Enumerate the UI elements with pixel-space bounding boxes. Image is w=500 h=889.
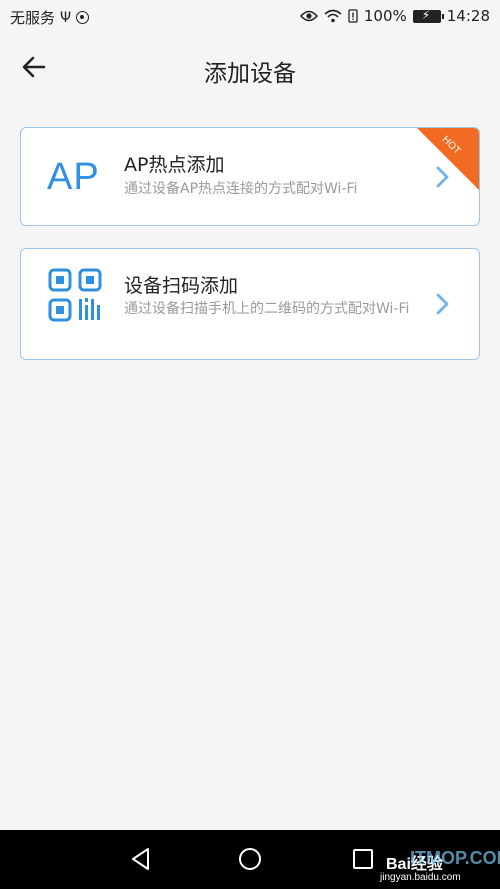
watermark-url: jingyan.baidu.com — [380, 872, 461, 883]
battery-percent: 100% — [363, 7, 407, 25]
clock: 14:28 — [446, 7, 490, 25]
nav-back-icon[interactable] — [128, 846, 154, 872]
battery-icon: ⚡ — [412, 8, 444, 23]
nav-home-icon[interactable] — [237, 846, 263, 872]
nav-recent-apps-icon[interactable] — [350, 846, 376, 872]
card-title: AP热点添加 — [124, 154, 225, 176]
card-title: 设备扫码添加 — [124, 275, 239, 297]
qr-code-icon — [48, 268, 102, 322]
itmop-watermark: ITMOP.COM — [410, 848, 500, 868]
status-right: 100% ⚡ 14:28 — [299, 7, 490, 25]
card-description: 通过设备AP热点连接的方式配对Wi-Fi — [124, 181, 358, 197]
wifi-icon — [324, 9, 342, 23]
hot-badge: HOT — [417, 128, 479, 190]
card-description: 通过设备扫描手机上的二维码的方式配对Wi-Fi — [124, 301, 410, 317]
eye-icon — [299, 10, 318, 22]
sim-alert-icon — [348, 9, 358, 23]
qr-scan-add-card[interactable]: 设备扫码添加 通过设备扫描手机上的二维码的方式配对Wi-Fi — [20, 248, 480, 360]
usb-icon: Ψ — [60, 9, 72, 26]
location-icon — [76, 11, 90, 24]
chevron-right-icon — [436, 293, 449, 315]
ap-hotspot-add-card[interactable]: AP AP热点添加 通过设备AP热点连接的方式配对Wi-Fi HOT — [20, 127, 480, 226]
watermark: Bai经验 ITMOP.COM jingyan.baidu.com — [380, 846, 500, 886]
app-header: 添加设备 — [0, 34, 500, 104]
status-left: 无服务 Ψ — [10, 7, 90, 28]
status-bar: 无服务 Ψ 100% ⚡ 14:28 — [0, 0, 500, 34]
hot-badge-label: HOT — [439, 134, 463, 157]
carrier-label: 无服务 — [10, 9, 56, 27]
page-title: 添加设备 — [204, 61, 296, 87]
ap-icon: AP — [47, 156, 100, 198]
